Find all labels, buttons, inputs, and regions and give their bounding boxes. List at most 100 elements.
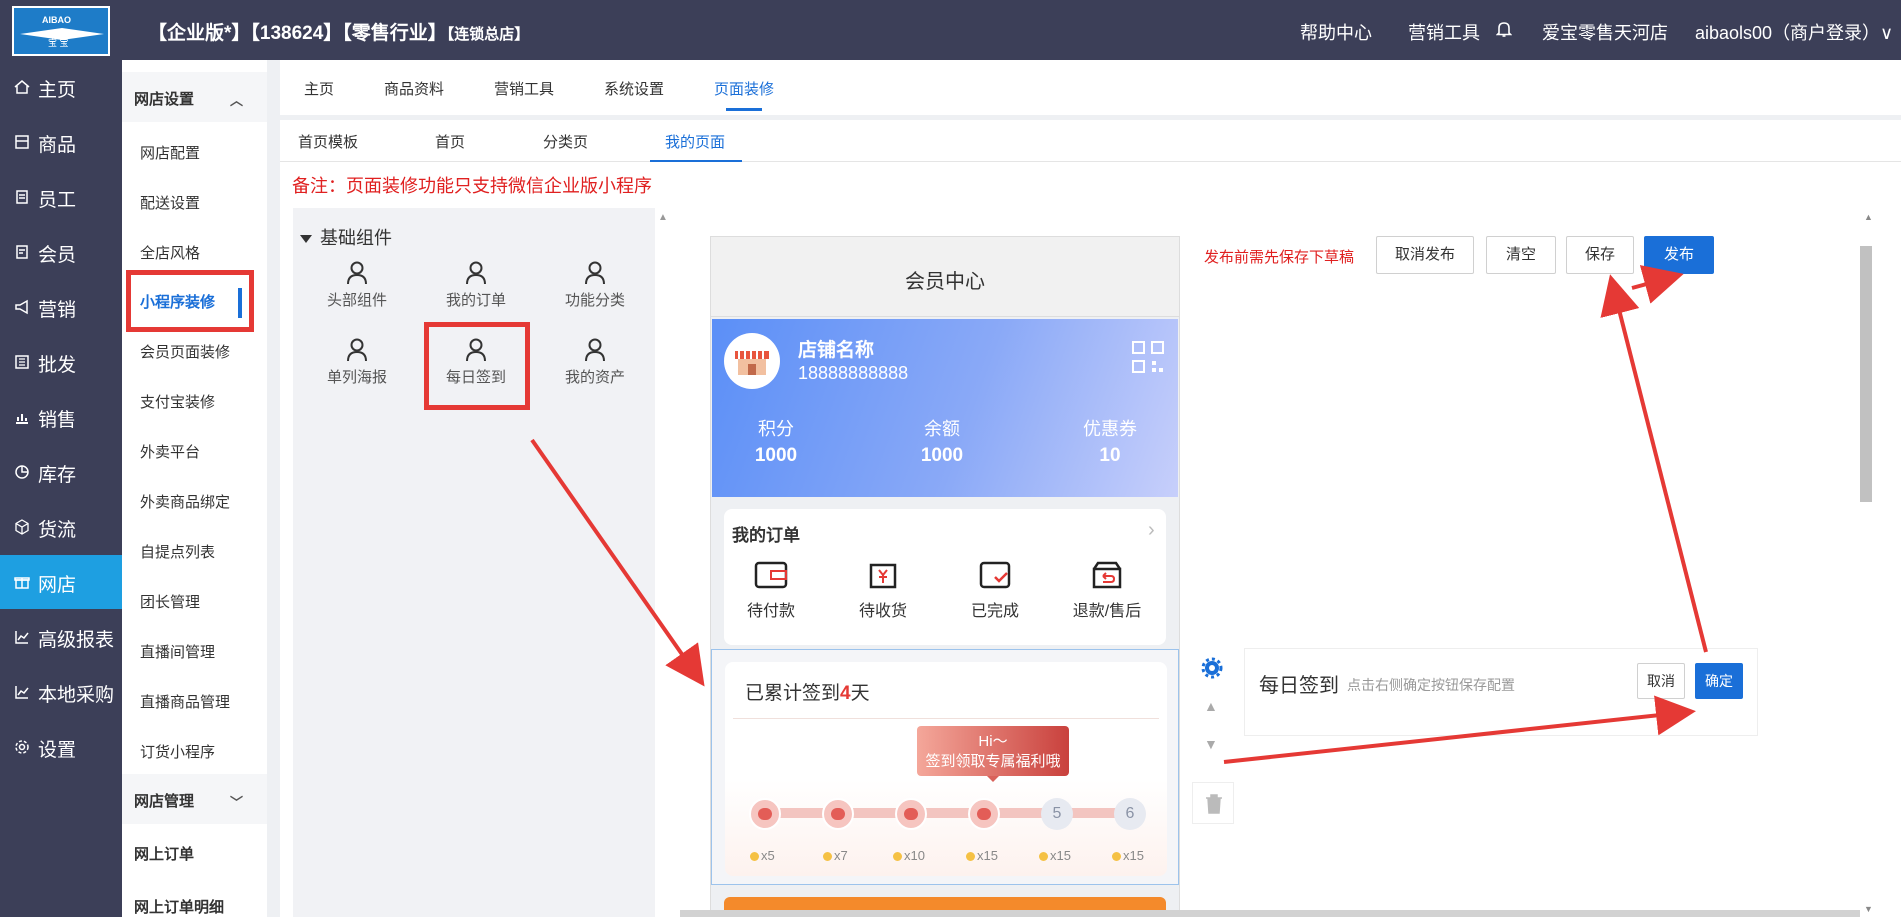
subnav-item[interactable]: 团长管理: [140, 591, 200, 612]
nav-label: 设置: [38, 740, 77, 761]
clear-button[interactable]: 清空: [1486, 236, 1556, 274]
component-my-orders[interactable]: 我的订单: [421, 261, 531, 310]
store-phone: 18888888888: [798, 363, 909, 383]
nav-marketing[interactable]: 营销: [0, 280, 122, 334]
nav-inventory[interactable]: 库存: [0, 445, 122, 499]
subnav-group-store-management[interactable]: 网店管理 ﹀: [122, 774, 267, 824]
nav-home[interactable]: 主页: [0, 60, 122, 114]
member-card[interactable]: 店铺名称 18888888888 积分 余额 优惠券 1000 1000 10: [712, 319, 1178, 497]
subnav-item[interactable]: 自提点列表: [140, 541, 215, 562]
refund-box-icon: [1092, 561, 1122, 589]
subnav-item[interactable]: 网上订单: [134, 843, 194, 864]
subnav-group-store-settings[interactable]: 网店设置 ︿: [122, 72, 267, 122]
stat-value-points: 1000: [754, 445, 798, 466]
gear-icon[interactable]: [1200, 656, 1224, 680]
component-label: 我的订单: [445, 292, 506, 309]
product-icon: [15, 135, 29, 149]
my-orders-card[interactable]: 我的订单 › 待付款 待收货 已完成 退款/售后: [724, 509, 1166, 645]
subnav-item[interactable]: 外卖平台: [140, 441, 200, 462]
nav-member[interactable]: 会员: [0, 225, 122, 279]
vertical-scrollbar[interactable]: [1860, 246, 1872, 502]
subnav-item[interactable]: 直播间管理: [140, 641, 215, 662]
publish-button[interactable]: 发布: [1644, 236, 1714, 274]
help-center-link[interactable]: 帮助中心: [1300, 19, 1372, 45]
subnav-group-label: 网店设置: [134, 91, 195, 108]
subnav-item[interactable]: 直播商品管理: [140, 691, 230, 712]
subnav-item[interactable]: 外卖商品绑定: [140, 491, 230, 512]
subnav-item[interactable]: 网店配置: [140, 142, 200, 163]
megaphone-icon: [15, 299, 28, 315]
day-dot-done: [749, 798, 781, 830]
nav-online-store[interactable]: 网店: [0, 555, 122, 609]
horizontal-scrollbar[interactable]: [680, 910, 1860, 917]
bell-icon[interactable]: [1496, 20, 1512, 38]
cube-icon: [15, 519, 29, 535]
nav-label: 销售: [38, 410, 77, 431]
config-title: 每日签到: [1259, 675, 1339, 697]
subnav-item[interactable]: 订货小程序: [140, 741, 215, 762]
cancel-publish-button[interactable]: 取消发布: [1376, 236, 1474, 274]
subtab-home[interactable]: 首页: [435, 131, 465, 152]
scroll-up-arrow-icon[interactable]: ▲: [658, 212, 668, 223]
tab-product-data[interactable]: 商品资料: [384, 78, 444, 99]
scroll-up-arrow-icon[interactable]: ▲: [1864, 212, 1873, 222]
save-button[interactable]: 保存: [1566, 236, 1634, 274]
caret-down-icon: [300, 235, 312, 244]
nav-staff[interactable]: 员工: [0, 170, 122, 224]
component-single-poster[interactable]: 单列海报: [302, 338, 412, 387]
phone-title: 会员中心: [711, 237, 1179, 317]
nav-product[interactable]: 商品: [0, 115, 122, 169]
user-icon: [347, 338, 367, 362]
wholesale-icon: [15, 355, 29, 369]
coin-reward: x15: [1039, 848, 1071, 863]
move-up-icon[interactable]: ▲: [1204, 698, 1218, 714]
orders-title: 我的订单: [732, 526, 800, 545]
order-completed[interactable]: 已完成: [950, 559, 1040, 621]
subnav-item[interactable]: 会员页面装修: [140, 341, 230, 362]
subnav-item[interactable]: 网上订单明细: [134, 896, 224, 917]
nav-settings[interactable]: 设置: [0, 720, 122, 774]
nav-sales[interactable]: 销售: [0, 390, 122, 444]
component-panel: [293, 208, 655, 917]
delete-button[interactable]: [1192, 782, 1234, 824]
pie-chart-icon: [15, 465, 29, 479]
marketing-tools-link[interactable]: 营销工具: [1408, 19, 1480, 45]
shop-title-branch: 【连锁总店】: [446, 26, 530, 43]
aibao-logo[interactable]: AIBAO 宝 宝: [12, 6, 110, 56]
qr-code-icon[interactable]: [1132, 341, 1164, 373]
tab-system-settings[interactable]: 系统设置: [604, 78, 664, 99]
order-pending-payment[interactable]: 待付款: [726, 559, 816, 621]
nav-label: 网店: [38, 575, 77, 596]
day-dot-6: 6: [1114, 798, 1146, 830]
component-header[interactable]: 头部组件: [302, 261, 412, 310]
divider: [733, 718, 1159, 719]
config-cancel-button[interactable]: 取消: [1637, 663, 1685, 699]
user-icon: [466, 261, 486, 285]
subnav-item[interactable]: 配送设置: [140, 192, 200, 213]
tab-marketing-tools[interactable]: 营销工具: [494, 78, 554, 99]
nav-logistics[interactable]: 货流: [0, 500, 122, 554]
day-dot-done: [822, 798, 854, 830]
store-selector[interactable]: 爱宝零售天河店: [1542, 19, 1668, 45]
move-down-icon[interactable]: ▼: [1204, 736, 1218, 752]
nav-advanced-report[interactable]: 高级报表: [0, 610, 122, 664]
component-group-basic[interactable]: 基础组件: [300, 224, 392, 250]
subtab-category[interactable]: 分类页: [543, 131, 588, 152]
order-refund[interactable]: 退款/售后: [1062, 559, 1152, 621]
tab-home[interactable]: 主页: [304, 78, 334, 99]
daily-signin-module[interactable]: 已累计签到4天 Hi～ 签到领取专属福利哦 5 6 x5 x7 x10 x15 …: [711, 649, 1179, 885]
storefront-icon: [735, 351, 769, 375]
scroll-down-arrow-icon[interactable]: ▼: [1864, 904, 1873, 914]
component-my-assets[interactable]: 我的资产: [540, 338, 650, 387]
subnav-item[interactable]: 支付宝装修: [140, 391, 215, 412]
subtab-my-page[interactable]: 我的页面: [665, 131, 725, 152]
user-menu[interactable]: aibaols00（商户登录）∨: [1695, 19, 1893, 45]
nav-local-purchase[interactable]: 本地采购: [0, 665, 122, 719]
tab-page-decoration[interactable]: 页面装修: [714, 78, 774, 99]
config-confirm-button[interactable]: 确定: [1695, 663, 1743, 699]
subtab-home-template[interactable]: 首页模板: [298, 131, 358, 152]
order-pending-receipt[interactable]: 待收货: [838, 559, 928, 621]
component-function-category[interactable]: 功能分类: [540, 261, 650, 310]
nav-wholesale[interactable]: 批发: [0, 335, 122, 389]
subnav-item[interactable]: 全店风格: [140, 242, 200, 263]
